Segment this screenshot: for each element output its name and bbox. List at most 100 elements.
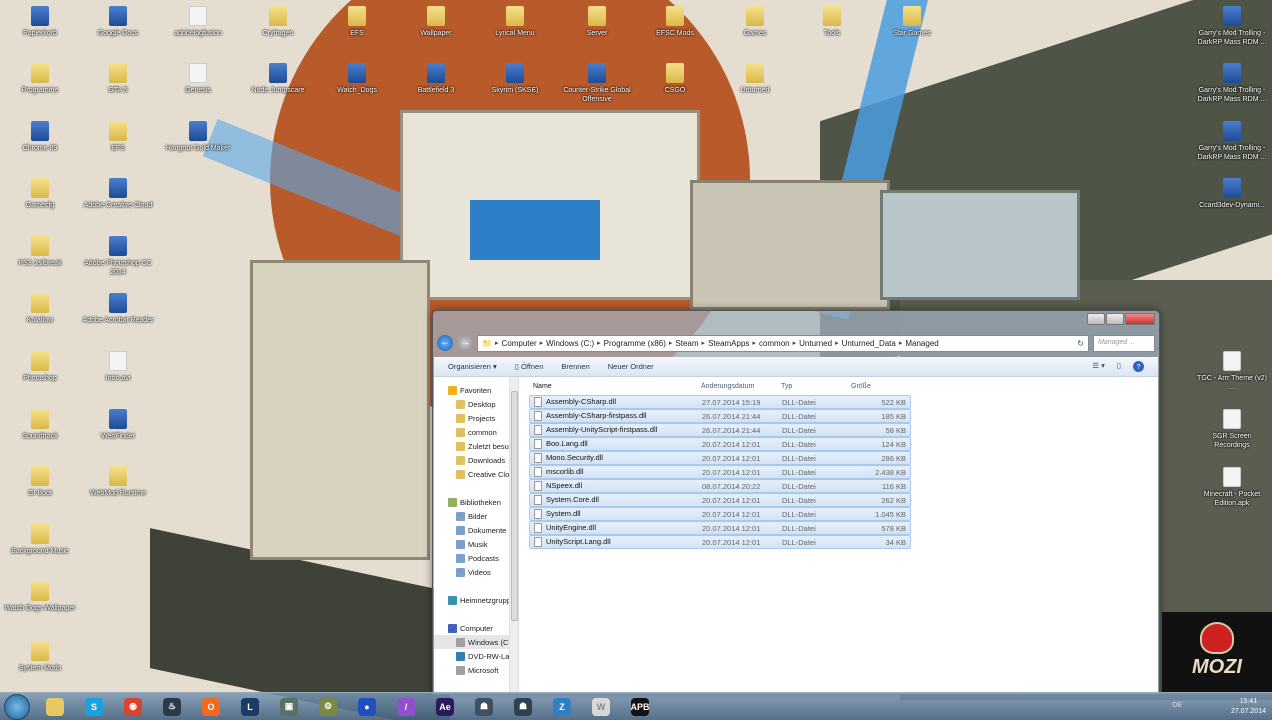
nav-item[interactable]: Microsoft xyxy=(434,663,509,677)
breadcrumb-item[interactable]: Computer xyxy=(501,339,536,348)
desktop-icon[interactable]: Star Games xyxy=(874,6,950,38)
file-row[interactable]: UnityScript.Lang.dll 20.07.2014 12:01 DLL-… xyxy=(529,535,911,549)
desktop-icon[interactable]: WebMod Runtime xyxy=(80,466,156,498)
taskbar-league-of-legends[interactable]: L xyxy=(233,694,267,720)
desktop-icon[interactable]: PS3 Jailbreak xyxy=(2,236,78,268)
desktop-icon[interactable]: Adobe Creative Cloud xyxy=(80,178,156,210)
desktop-icon[interactable]: Cryfragen xyxy=(240,6,316,38)
desktop-icon[interactable]: Games xyxy=(717,6,793,38)
desktop-icon[interactable]: Adobe Photoshop CC 2014 xyxy=(80,236,156,277)
column-type[interactable]: Typ xyxy=(781,383,851,390)
desktop-icon[interactable]: Gamecfg xyxy=(2,178,78,210)
help-icon[interactable]: ? xyxy=(1133,361,1144,372)
desktop-icon[interactable]: Kolaflow xyxy=(2,293,78,325)
maximize-button[interactable] xyxy=(1106,313,1124,325)
column-name[interactable]: Name xyxy=(529,383,701,390)
taskbar-chrome[interactable]: ◉ xyxy=(116,694,150,720)
nav-section-bibliotheken[interactable]: Bibliotheken xyxy=(434,495,509,509)
desktop-icon[interactable]: TGC - Arrr Theme (v2) ... xyxy=(1194,351,1270,392)
nav-item[interactable]: Zuletzt besucht xyxy=(434,439,509,453)
desktop-icon[interactable]: Lyrical Menu xyxy=(477,6,553,38)
nav-item[interactable]: Dokumente xyxy=(434,523,509,537)
breadcrumb-item[interactable]: SteamApps xyxy=(708,339,749,348)
desktop-icon[interactable]: Skyrim (SKSE) xyxy=(477,63,553,95)
preview-pane-icon[interactable]: ▯ xyxy=(1117,361,1121,372)
nav-section-computer[interactable]: Computer xyxy=(434,621,509,635)
nav-item[interactable]: Bilder xyxy=(434,509,509,523)
desktop-icon[interactable]: GTA 5 xyxy=(80,63,156,95)
desktop-icon[interactable]: Watch Dogs Wallpaper xyxy=(2,581,78,613)
new-folder-button[interactable]: Neuer Ordner xyxy=(608,362,654,371)
desktop-icon[interactable]: Node Jumpscare xyxy=(240,63,316,95)
nav-item[interactable]: Windows (C:) xyxy=(434,635,509,649)
back-button[interactable]: ← xyxy=(437,335,453,351)
file-row[interactable]: Boo.Lang.dll 20.07.2014 12:01 DLL-Datei 124… xyxy=(529,437,911,451)
desktop-icon[interactable]: GI Boot xyxy=(2,466,78,498)
scrollbar-thumb[interactable] xyxy=(511,391,518,621)
burn-button[interactable]: Brennen xyxy=(561,362,589,371)
desktop-icon[interactable]: Ccard3dev-Dynami... xyxy=(1194,178,1270,210)
desktop-icon[interactable]: Google Docs xyxy=(80,6,156,38)
minimize-button[interactable] xyxy=(1087,313,1105,325)
desktop-icon[interactable]: Wallpaper xyxy=(398,6,474,38)
nav-item[interactable]: Videos xyxy=(434,565,509,579)
desktop-icon[interactable]: Garry's Mod Trolling - DarkRP Mass RDM .… xyxy=(1194,63,1270,104)
start-button[interactable] xyxy=(4,693,30,720)
breadcrumb-item[interactable]: common xyxy=(759,339,790,348)
organize-button[interactable]: Organisieren ▾ xyxy=(448,362,497,371)
nav-section-heimnetzgruppe[interactable]: Heimnetzgruppe xyxy=(434,593,509,607)
desktop-icon[interactable]: Background Music xyxy=(2,524,78,556)
file-row[interactable]: Mono.Security.dll 20.07.2014 12:01 DLL-Dat… xyxy=(529,451,911,465)
breadcrumb-item[interactable]: Unturned xyxy=(799,339,832,348)
nav-item[interactable]: Musik xyxy=(434,537,509,551)
file-row[interactable]: Assembly-CSharp-firstpass.dll 26.07.2014 … xyxy=(529,409,911,423)
taskbar-game-1[interactable]: ☗ xyxy=(467,694,501,720)
desktop-icon[interactable]: Unturned xyxy=(717,63,793,95)
file-row[interactable]: System.Core.dll 20.07.2014 12:01 DLL-Datei… xyxy=(529,493,911,507)
desktop-icon[interactable]: Garry's Mod Trolling - DarkRP Mass RDM .… xyxy=(1194,121,1270,162)
desktop-icon[interactable]: Watch_Dogs xyxy=(319,63,395,95)
taskbar-feather-app[interactable]: / xyxy=(389,694,423,720)
nav-item[interactable]: Podcasts xyxy=(434,551,509,565)
desktop-icon[interactable]: Soundtrack xyxy=(2,409,78,441)
file-row[interactable]: Assembly-CSharp.dll 27.07.2014 15:19 DLL-D… xyxy=(529,395,911,409)
taskbar-game-2[interactable]: ☗ xyxy=(506,694,540,720)
desktop-icon[interactable]: Minecraft - Pocket Edition.apk xyxy=(1194,467,1270,508)
taskbar-origin[interactable]: O xyxy=(194,694,228,720)
desktop-icon[interactable]: Tools xyxy=(794,6,870,38)
file-row[interactable]: mscorlib.dll 20.07.2014 12:01 DLL-Datei 2.4… xyxy=(529,465,911,479)
forward-button[interactable]: → xyxy=(457,335,473,351)
taskbar-after-effects[interactable]: Ae xyxy=(428,694,462,720)
taskbar-game-3[interactable]: Z xyxy=(545,694,579,720)
file-row[interactable]: NSpeex.dll 08.07.2014 20:22 DLL-Datei 116 K… xyxy=(529,479,911,493)
column-size[interactable]: Größe xyxy=(851,383,905,390)
nav-item[interactable]: Projects xyxy=(434,411,509,425)
desktop-icon[interactable]: Server xyxy=(559,6,635,38)
taskbar-apb[interactable]: APB xyxy=(623,694,657,720)
taskbar-steam[interactable]: ♨ xyxy=(155,694,189,720)
desktop-icon[interactable]: Chrome 89 xyxy=(2,121,78,153)
breadcrumb-item[interactable]: Windows (C:) xyxy=(546,339,594,348)
desktop-icon[interactable]: CSGO xyxy=(637,63,713,95)
breadcrumb-item[interactable]: Programme (x86) xyxy=(604,339,666,348)
desktop-icon[interactable]: Adobe Acrobat Reader xyxy=(80,293,156,325)
desktop-icon[interactable]: Intro.avi xyxy=(80,351,156,383)
column-date[interactable]: Änderungsdatum xyxy=(701,383,781,390)
nav-item[interactable]: Downloads xyxy=(434,453,509,467)
breadcrumb-item[interactable]: Unturned_Data xyxy=(842,339,896,348)
desktop-icon[interactable]: Photoshop xyxy=(2,351,78,383)
breadcrumb-item[interactable]: Managed xyxy=(905,339,938,348)
refresh-icon[interactable]: ↻ xyxy=(1077,339,1084,348)
desktop-icon[interactable]: Garry's Mod Trolling - DarkRP Mass RDM .… xyxy=(1194,6,1270,47)
nav-item[interactable]: common xyxy=(434,425,509,439)
desktop-icon[interactable]: EFS xyxy=(80,121,156,153)
desktop-icon[interactable]: Hangout Gold Maker xyxy=(160,121,236,153)
nav-item[interactable]: DVD-RW-Laufwerk xyxy=(434,649,509,663)
taskbar-word-app[interactable]: W xyxy=(584,694,618,720)
desktop-icon[interactable]: Papierkorb xyxy=(2,6,78,38)
desktop-icon[interactable]: Battlefield 3 xyxy=(398,63,474,95)
nav-section-favoriten[interactable]: Favoriten xyxy=(434,383,509,397)
file-row[interactable]: UnityEngine.dll 20.07.2014 12:01 DLL-Datei… xyxy=(529,521,911,535)
file-row[interactable]: System.dll 20.07.2014 12:01 DLL-Datei 1.045… xyxy=(529,507,911,521)
clock[interactable]: 15:41 27.07.2014 xyxy=(1231,697,1266,717)
